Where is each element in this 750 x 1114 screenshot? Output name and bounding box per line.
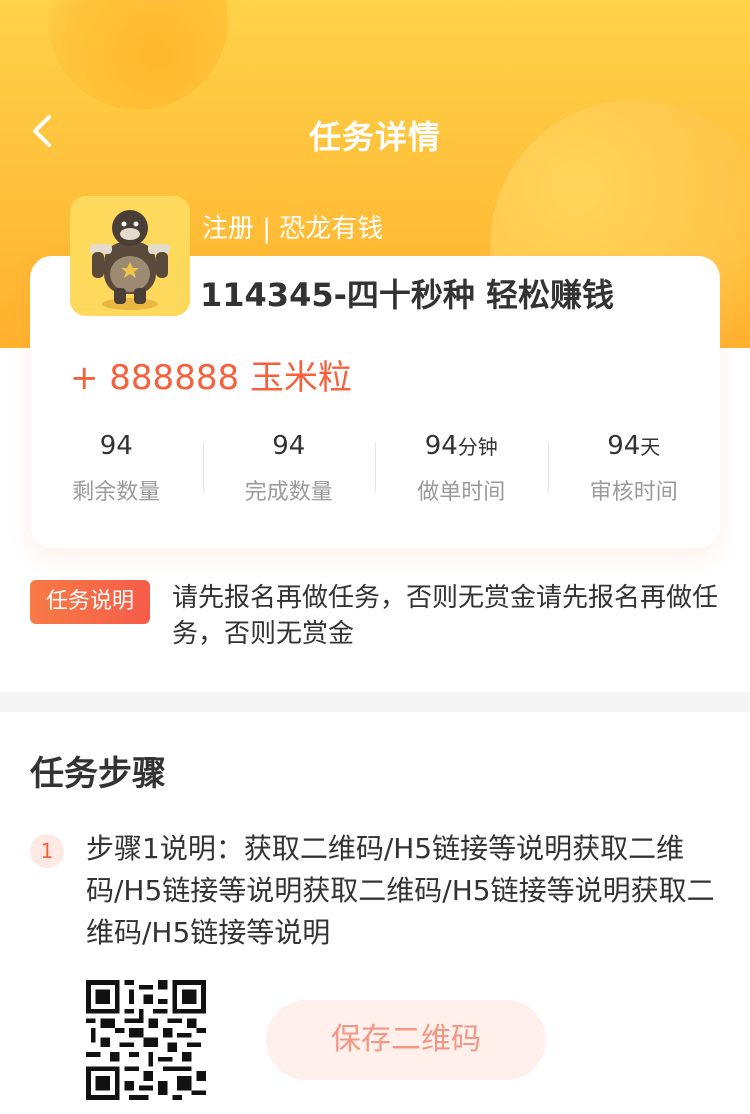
step-description: 步骤1说明：获取二维码/H5链接等说明获取二维码/H5链接等说明获取二维码/H5…: [86, 832, 715, 949]
stat-value: 94: [607, 431, 641, 461]
stat-label: 审核时间: [589, 480, 678, 505]
task-reward: + 888888 玉米粒: [70, 358, 352, 398]
steps-title: 任务步骤: [30, 754, 166, 794]
task-title: 114345-四十秒种 轻松赚钱: [200, 276, 615, 314]
step-number-badge: 1: [30, 834, 64, 868]
stat-label: 做单时间: [417, 480, 506, 505]
stat-review-time: 94天 审核时间: [547, 428, 721, 514]
task-stats: 94 剩余数量 94 完成数量 94分钟 做单时间 94天 审核时间: [30, 428, 720, 514]
description-badge: 任务说明: [30, 580, 150, 624]
qr-code-image: [86, 980, 206, 1100]
stat-value: 94: [424, 431, 458, 461]
description-text: 请先报名再做任务，否则无赏金请先报名再做任务，否则无赏金: [172, 583, 719, 649]
task-avatar: [70, 196, 190, 316]
stat-task-time: 94分钟 做单时间: [375, 428, 548, 514]
stat-value: 94: [272, 431, 306, 461]
stat-completed: 94 完成数量: [202, 428, 376, 514]
stat-unit: 分钟: [457, 435, 498, 459]
mascot-image: [70, 196, 190, 316]
save-qr-button[interactable]: 保存二维码: [266, 1000, 546, 1080]
stat-label: 剩余数量: [72, 480, 161, 505]
stat-remaining: 94 剩余数量: [30, 428, 203, 514]
stat-value: 94: [99, 431, 133, 461]
decor-circle: [48, 0, 228, 110]
stat-unit: 天: [640, 435, 661, 459]
task-category-tag: 注册 | 恐龙有钱: [202, 214, 384, 244]
nav-bar: 任务详情: [0, 98, 750, 164]
section-divider: [0, 692, 750, 712]
page-title: 任务详情: [308, 118, 441, 156]
stat-label: 完成数量: [244, 480, 333, 505]
